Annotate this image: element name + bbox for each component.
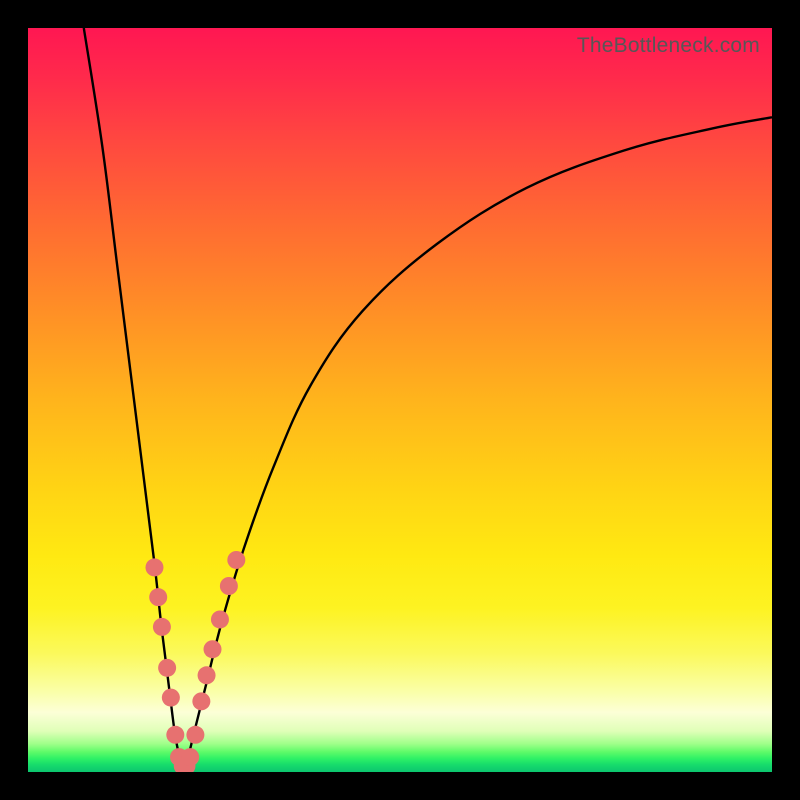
bottleneck-curve — [28, 28, 772, 772]
plot-area: TheBottleneck.com — [28, 28, 772, 772]
data-marker — [186, 726, 204, 744]
curve-right-branch — [183, 117, 772, 769]
chart-frame: TheBottleneck.com — [0, 0, 800, 800]
data-marker — [158, 659, 176, 677]
data-marker — [192, 692, 210, 710]
data-marker — [181, 748, 199, 766]
data-marker — [166, 726, 184, 744]
data-marker — [149, 588, 167, 606]
data-marker — [198, 666, 216, 684]
data-markers — [145, 551, 245, 772]
attribution-watermark: TheBottleneck.com — [577, 34, 760, 58]
data-marker — [227, 551, 245, 569]
data-marker — [145, 558, 163, 576]
curve-left-branch — [84, 28, 183, 769]
data-marker — [162, 689, 180, 707]
data-marker — [204, 640, 222, 658]
data-marker — [220, 577, 238, 595]
data-marker — [153, 618, 171, 636]
data-marker — [211, 610, 229, 628]
